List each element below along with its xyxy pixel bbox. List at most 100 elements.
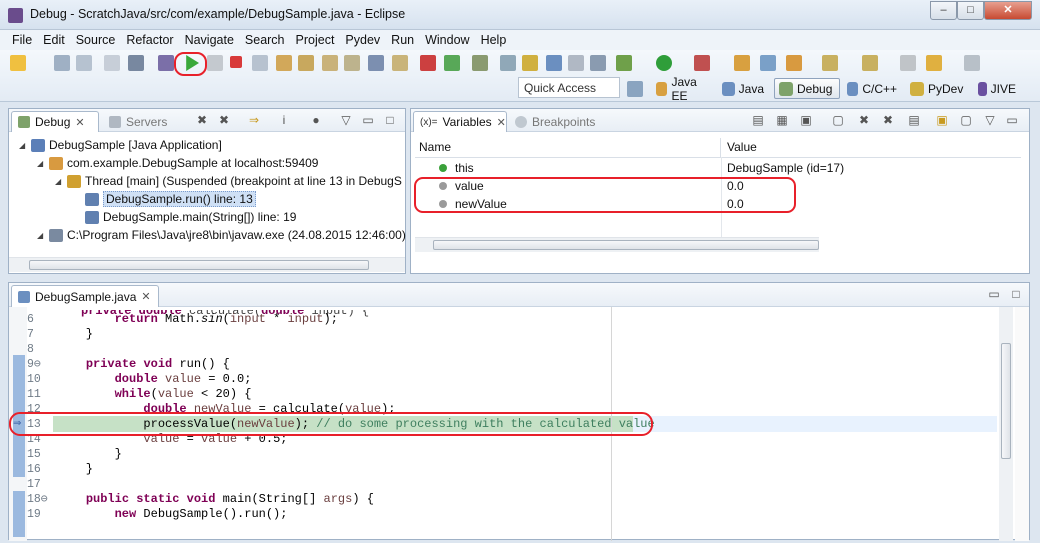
tree-item[interactable]: ◢ DebugSample [Java Application] bbox=[19, 136, 222, 154]
view-menu-icon[interactable]: ▽ bbox=[339, 113, 353, 127]
step-over-icon[interactable] bbox=[298, 55, 314, 71]
maximize-button[interactable]: □ bbox=[957, 1, 984, 20]
menu-run[interactable]: Run bbox=[391, 33, 414, 47]
menu-edit[interactable]: Edit bbox=[43, 33, 65, 47]
code-line[interactable]: private void run() { bbox=[57, 357, 230, 372]
tree-item[interactable]: ◢ com.example.DebugSample at localhost:59… bbox=[37, 154, 318, 172]
perspective-java-ee[interactable]: Java EE bbox=[652, 75, 712, 103]
column-header-name[interactable]: Name bbox=[415, 138, 721, 157]
forward-icon[interactable] bbox=[964, 55, 980, 71]
new-package-icon[interactable] bbox=[760, 55, 776, 71]
close-icon[interactable]: ✕ bbox=[497, 116, 506, 129]
expand-arrow-icon[interactable]: ◢ bbox=[55, 177, 63, 186]
code-line[interactable]: } bbox=[57, 447, 122, 462]
expand-arrow-icon[interactable]: ◢ bbox=[37, 159, 45, 168]
menu-file[interactable]: File bbox=[12, 33, 32, 47]
back-icon[interactable] bbox=[926, 55, 942, 71]
quick-access-input[interactable]: Quick Access bbox=[518, 77, 620, 98]
skip-breakpoints-icon[interactable] bbox=[158, 55, 174, 71]
show-logical-icon[interactable]: ▦ bbox=[775, 113, 789, 127]
package-icon[interactable] bbox=[472, 55, 488, 71]
use-step-filters-icon[interactable]: i bbox=[277, 113, 291, 127]
remove-all-icon[interactable]: ✖ bbox=[217, 113, 231, 127]
new-java-project-icon[interactable] bbox=[734, 55, 750, 71]
previous-annotation-icon[interactable] bbox=[862, 55, 878, 71]
debug-hscroll[interactable] bbox=[9, 257, 405, 272]
show-whitespace-icon[interactable] bbox=[590, 55, 606, 71]
view-options-icon[interactable]: ▤ bbox=[907, 113, 921, 127]
menu-help[interactable]: Help bbox=[481, 33, 507, 47]
code-line[interactable]: double value = 0.0; bbox=[57, 372, 252, 387]
menu-project[interactable]: Project bbox=[296, 33, 335, 47]
run-last-icon[interactable] bbox=[444, 55, 460, 71]
expand-arrow-icon[interactable]: ◢ bbox=[37, 231, 45, 240]
debug-options-icon[interactable]: ● bbox=[309, 113, 323, 127]
run-icon[interactable] bbox=[656, 55, 672, 71]
menu-navigate[interactable]: Navigate bbox=[185, 33, 234, 47]
save-all-icon[interactable] bbox=[76, 55, 92, 71]
variables-hscroll[interactable] bbox=[415, 237, 819, 252]
column-header-value[interactable]: Value bbox=[723, 138, 1023, 157]
step-return-icon[interactable]: ⇒ bbox=[247, 113, 261, 127]
new-icon[interactable] bbox=[10, 55, 26, 71]
print-icon[interactable] bbox=[104, 55, 120, 71]
code-line[interactable]: return Math.sin(input * input); bbox=[57, 312, 338, 327]
copy-icon[interactable]: ▢ bbox=[831, 113, 845, 127]
minimize-view-icon[interactable]: ▭ bbox=[1005, 113, 1019, 127]
tab-variables[interactable]: (x)= Variables ✕ bbox=[413, 111, 507, 132]
maximize-view-icon[interactable]: □ bbox=[383, 113, 397, 127]
terminate-icon[interactable] bbox=[230, 56, 242, 68]
close-button[interactable]: ✕ bbox=[984, 1, 1032, 20]
remove-icon[interactable]: ✖ bbox=[857, 113, 871, 127]
perspective-java[interactable]: Java bbox=[718, 78, 768, 99]
code-line[interactable]: public static void main(String[] args) { bbox=[57, 492, 374, 507]
menu-refactor[interactable]: Refactor bbox=[126, 33, 173, 47]
perspective-debug[interactable]: Debug bbox=[774, 78, 840, 99]
tab-breakpoints[interactable]: Breakpoints bbox=[509, 111, 613, 132]
view-menu-icon[interactable]: ▽ bbox=[983, 113, 997, 127]
remove-all-icon[interactable]: ✖ bbox=[881, 113, 895, 127]
close-icon[interactable]: ✕ bbox=[141, 290, 150, 303]
menu-pydev[interactable]: Pydev bbox=[345, 33, 380, 47]
tree-item[interactable]: DebugSample.main(String[]) line: 19 bbox=[73, 208, 296, 226]
menu-search[interactable]: Search bbox=[245, 33, 285, 47]
maximize-view-icon[interactable]: □ bbox=[1009, 287, 1023, 301]
run-external-icon[interactable] bbox=[694, 55, 710, 71]
code-line[interactable]: } bbox=[57, 462, 93, 477]
remove-terminated-icon[interactable]: ✖ bbox=[195, 113, 209, 127]
variable-value[interactable]: DebugSample (id=17) bbox=[727, 159, 844, 177]
tab-debug[interactable]: Debug ✕ bbox=[11, 111, 99, 132]
scroll-thumb[interactable] bbox=[29, 260, 369, 270]
search-icon[interactable] bbox=[546, 55, 562, 71]
tree-item[interactable]: DebugSample.run() line: 13 bbox=[73, 190, 256, 208]
new-icon[interactable]: ▣ bbox=[935, 113, 949, 127]
open-perspective-icon[interactable] bbox=[627, 81, 643, 97]
show-type-names-icon[interactable]: ▤ bbox=[751, 113, 765, 127]
disconnect-icon[interactable] bbox=[252, 55, 268, 71]
minimize-view-icon[interactable]: ▭ bbox=[987, 287, 1001, 301]
task-icon[interactable] bbox=[568, 55, 584, 71]
next-annotation-icon[interactable] bbox=[822, 55, 838, 71]
console-icon[interactable] bbox=[128, 55, 144, 71]
save-icon[interactable] bbox=[54, 55, 70, 71]
expand-arrow-icon[interactable]: ◢ bbox=[19, 141, 27, 150]
minimize-view-icon[interactable]: ▭ bbox=[361, 113, 375, 127]
tab-servers[interactable]: Servers bbox=[103, 111, 183, 132]
minimize-button[interactable]: – bbox=[930, 1, 957, 20]
step-return-icon[interactable] bbox=[322, 55, 338, 71]
perspective-c-c-[interactable]: C/C++ bbox=[843, 78, 901, 99]
step-into-icon[interactable] bbox=[276, 55, 292, 71]
open-type-icon[interactable] bbox=[500, 55, 516, 71]
toggle-breakpoint-icon[interactable] bbox=[420, 55, 436, 71]
menu-window[interactable]: Window bbox=[425, 33, 469, 47]
scroll-thumb[interactable] bbox=[433, 240, 819, 250]
code-line[interactable]: new DebugSample().run(); bbox=[57, 507, 288, 522]
code-line[interactable]: while(value < 20) { bbox=[57, 387, 252, 402]
menu-source[interactable]: Source bbox=[76, 33, 116, 47]
use-step-filters-icon[interactable] bbox=[368, 55, 384, 71]
variable-name[interactable]: this bbox=[455, 159, 474, 177]
tree-item[interactable]: ◢ Thread [main] (Suspended (breakpoint at… bbox=[55, 172, 402, 190]
drop-to-frame-icon[interactable] bbox=[344, 55, 360, 71]
perspective-pydev[interactable]: PyDev bbox=[906, 78, 972, 99]
tab-debugsample-java[interactable]: DebugSample.java ✕ bbox=[11, 285, 159, 307]
